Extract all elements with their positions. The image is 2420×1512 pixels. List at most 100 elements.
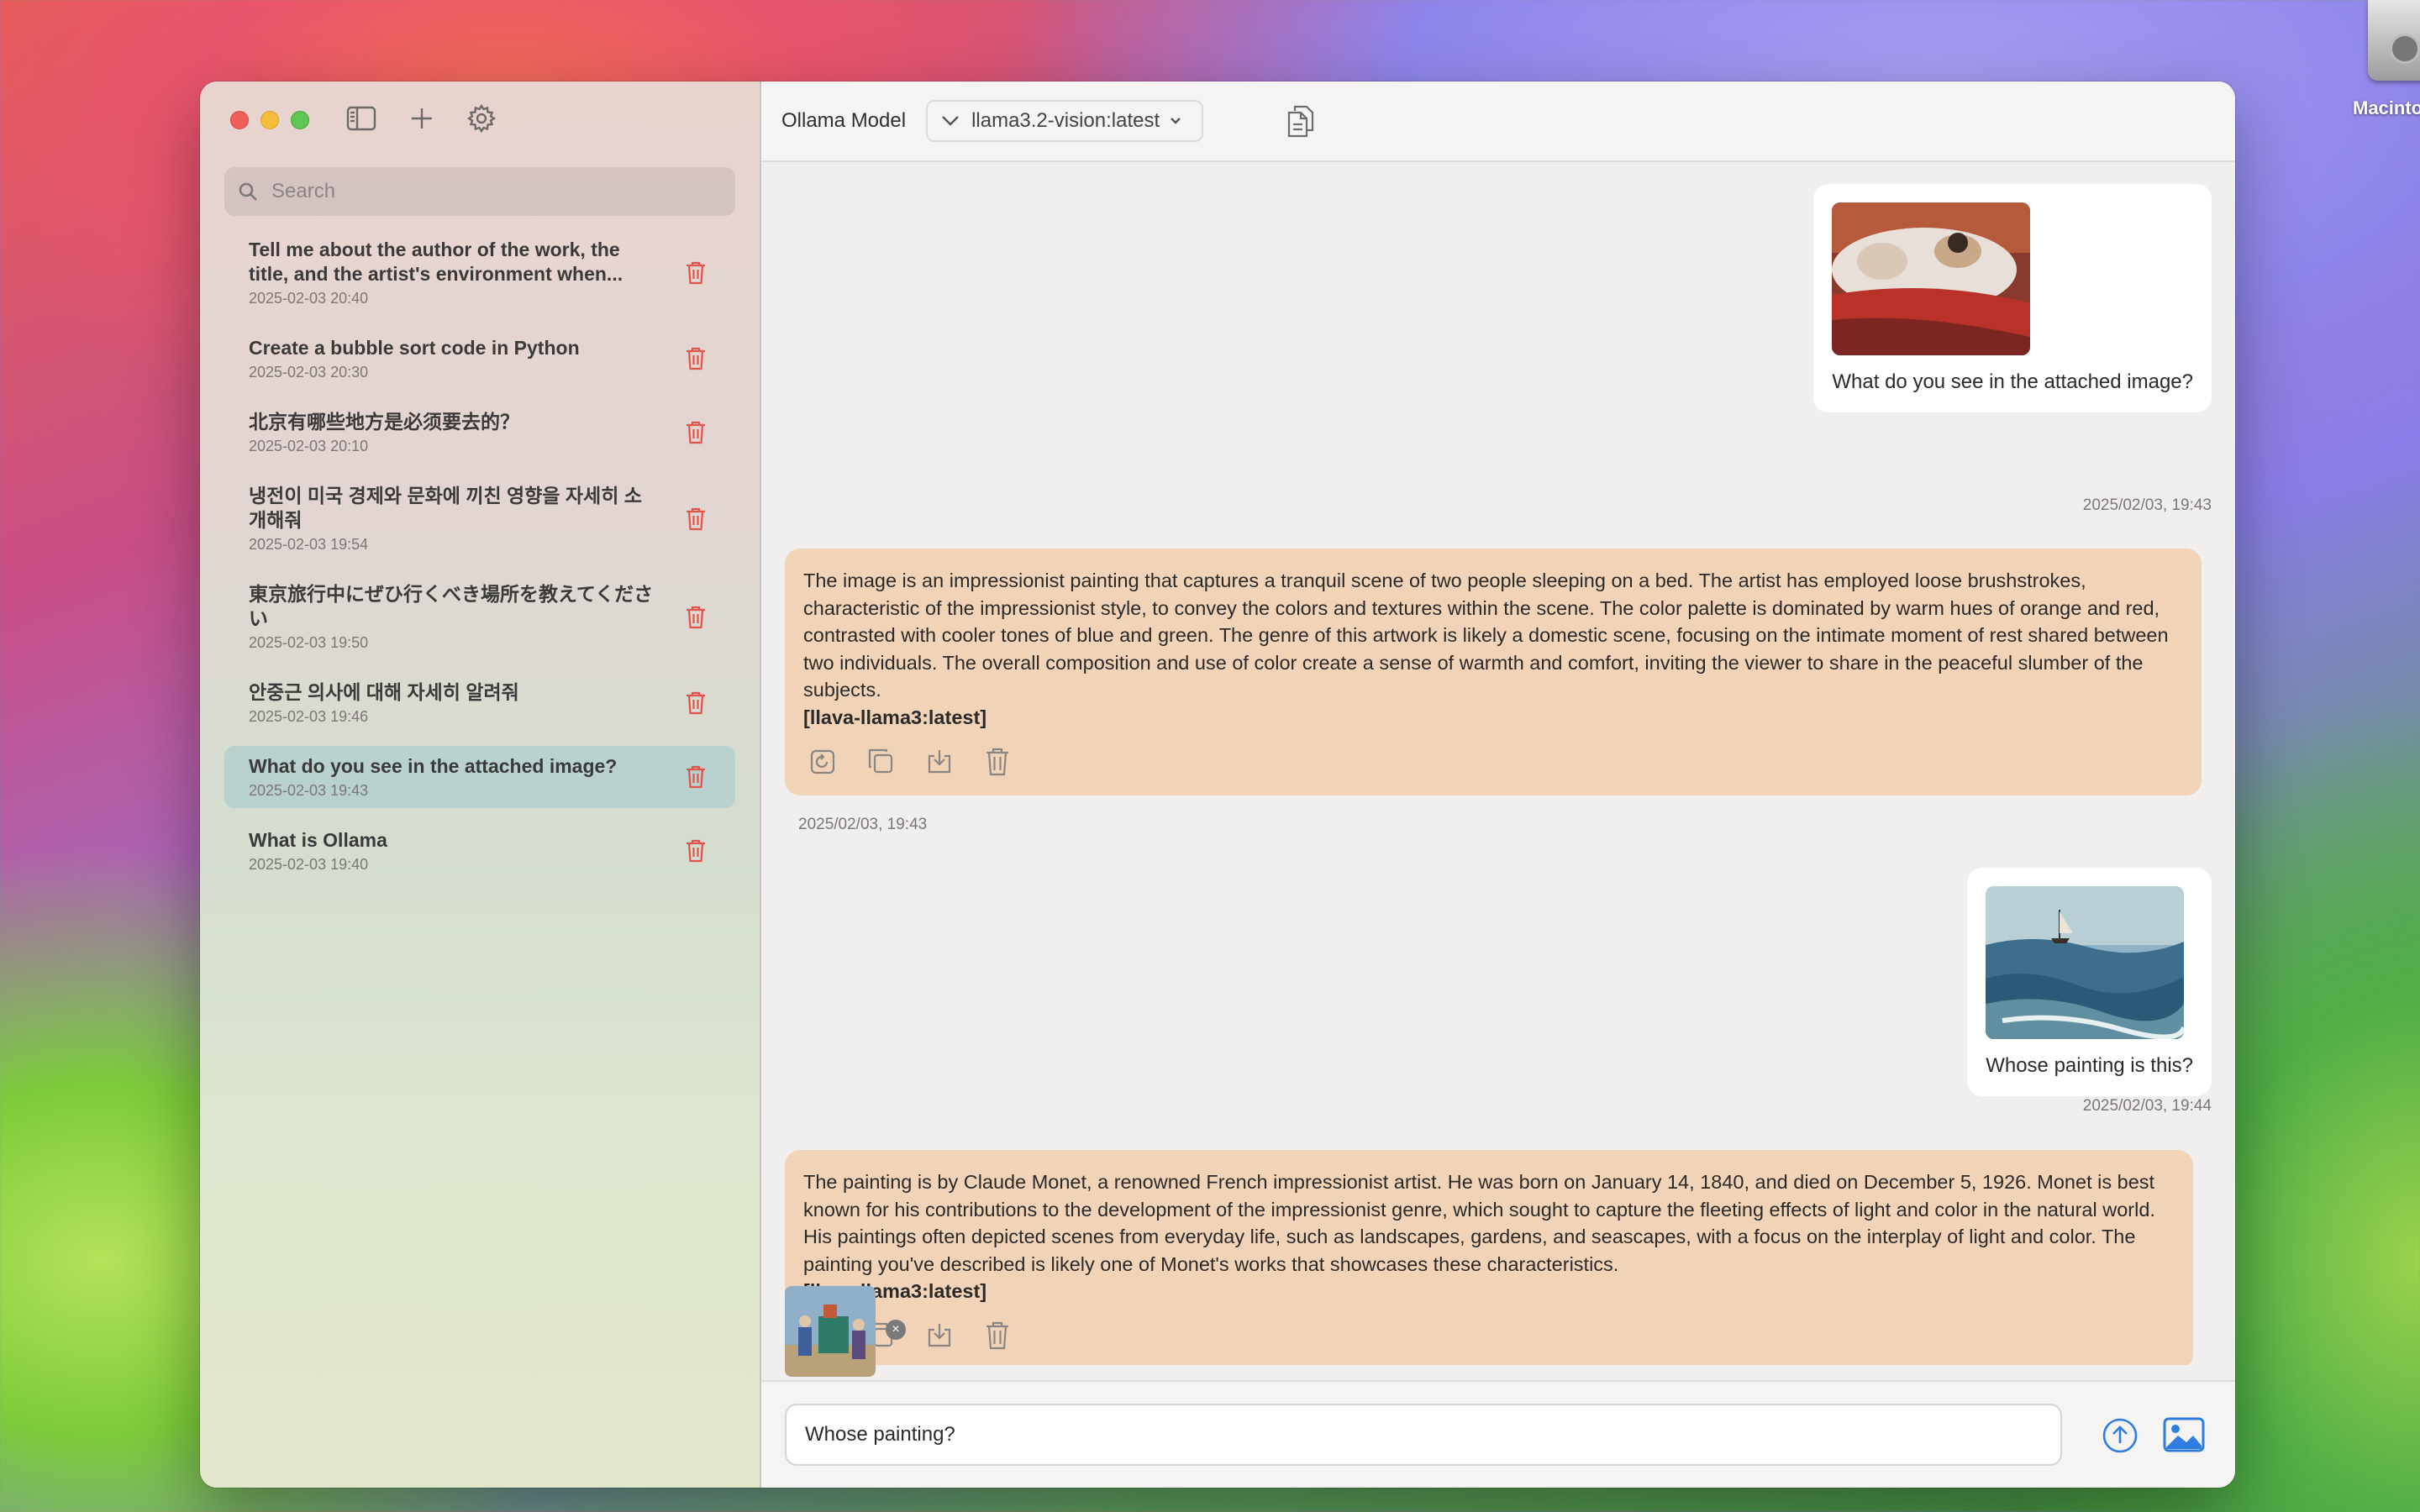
assistant-message: The painting is by Claude Monet, a renow…: [785, 1150, 2193, 1365]
user-message: What do you see in the attached image?: [1813, 184, 2212, 412]
settings-button[interactable]: [465, 102, 498, 135]
message-actions: [810, 1321, 2175, 1354]
delete-conversation-button[interactable]: [685, 507, 707, 532]
delete-conversation-button[interactable]: [685, 764, 707, 790]
conversation-item[interactable]: 東京旅行中にぜひ行くべき場所を教えてください 2025-02-03 19:50: [224, 574, 735, 660]
conversation-title: 東京旅行中にぜひ行くべき場所を教えてください: [249, 583, 654, 629]
hard-drive-icon: [2368, 0, 2420, 81]
send-button[interactable]: [2102, 1417, 2139, 1454]
model-label: Ollama Model: [781, 109, 907, 132]
assistant-message: The image is an impressionist painting t…: [785, 549, 2202, 795]
attachment-image: [785, 1286, 876, 1377]
search-input[interactable]: [271, 180, 708, 203]
assistant-model-tag: [llava-llama3:latest]: [803, 1280, 987, 1302]
conversation-item-active[interactable]: What do you see in the attached image? 2…: [224, 746, 735, 808]
painting-thumbnail: [1986, 886, 2185, 1039]
delete-conversation-button[interactable]: [685, 838, 707, 864]
arrow-up-circle-icon: [2102, 1418, 2138, 1453]
conversation-item[interactable]: 냉전이 미국 경제와 문화에 끼친 영향을 자세히 소개해줘 2025-02-0…: [224, 475, 735, 562]
save-message-button[interactable]: [926, 748, 953, 780]
conversation-date: 2025-02-03 19:54: [249, 536, 369, 553]
minimize-window-button[interactable]: [260, 111, 279, 129]
photo-icon: [2163, 1417, 2205, 1452]
trash-icon: [687, 261, 705, 284]
attached-image-seascape-painting[interactable]: [1986, 886, 2185, 1039]
painting-thumbnail: [1832, 202, 2031, 355]
sidebar-toggle-icon: [346, 106, 376, 131]
conversation-item[interactable]: Tell me about the author of the work, th…: [224, 229, 735, 316]
trash-icon: [687, 507, 705, 530]
plus-icon: [412, 108, 432, 129]
message-timestamp: 2025/02/03, 19:43: [798, 816, 928, 833]
regenerate-button[interactable]: [810, 748, 835, 780]
trash-icon: [687, 606, 705, 628]
remove-attachment-button[interactable]: ×: [886, 1320, 906, 1340]
pending-attachment-thumbnail[interactable]: [785, 1286, 876, 1377]
conversation-date: 2025-02-03 19:46: [249, 708, 369, 725]
message-actions: [810, 748, 2183, 780]
conversation-title: Create a bubble sort code in Python: [249, 337, 580, 359]
conversation-date: 2025-02-03 19:40: [249, 856, 369, 873]
conversation-title: 北京有哪些地方是必须要去的？: [249, 411, 519, 433]
delete-message-button[interactable]: [985, 1321, 1010, 1354]
close-window-button[interactable]: [230, 111, 249, 129]
sidebar: Tell me about the author of the work, th…: [200, 81, 761, 1488]
save-message-button[interactable]: [926, 1321, 953, 1354]
delete-conversation-button[interactable]: [685, 690, 707, 716]
regenerate-icon: [810, 749, 835, 774]
download-icon: [928, 749, 951, 773]
close-icon: ×: [892, 1322, 900, 1336]
delete-message-button[interactable]: [985, 748, 1010, 780]
zoom-window-button[interactable]: [291, 111, 309, 129]
delete-conversation-button[interactable]: [685, 346, 707, 371]
window-controls: [230, 111, 309, 129]
conversation-date: 2025-02-03 20:40: [249, 290, 369, 307]
conversation-date: 2025-02-03 19:43: [249, 782, 369, 799]
trash-icon: [986, 748, 1008, 775]
search-icon: [239, 182, 257, 201]
message-timestamp: 2025/02/03, 19:43: [2082, 496, 2212, 514]
toggle-sidebar-button[interactable]: [345, 102, 378, 135]
trash-icon: [986, 1321, 1008, 1350]
delete-conversation-button[interactable]: [685, 420, 707, 445]
assistant-message-text: The painting is by Claude Monet, a renow…: [803, 1171, 2155, 1275]
documents-icon: [1287, 105, 1314, 138]
copy-message-button[interactable]: [867, 748, 894, 780]
composer-bar: [761, 1380, 2235, 1488]
conversation-item[interactable]: What is Ollama 2025-02-03 19:40: [224, 820, 735, 882]
copy-conversation-button[interactable]: [1284, 102, 1318, 139]
conversation-date: 2025-02-03 20:30: [249, 364, 369, 381]
delete-conversation-button[interactable]: [685, 260, 707, 286]
trash-icon: [687, 839, 705, 863]
attach-image-button[interactable]: [2163, 1417, 2205, 1454]
conversation-title: 안중근 의사에 대해 자세히 알려줘: [249, 681, 519, 703]
chevron-down-icon: [942, 116, 959, 126]
conversation-item[interactable]: Create a bubble sort code in Python 2025…: [224, 328, 735, 390]
desktop-drive-label: Macinto: [2353, 97, 2420, 118]
conversation-title: Tell me about the author of the work, th…: [249, 239, 623, 285]
conversation-item[interactable]: 北京有哪些地方是必须要去的？ 2025-02-03 20:10: [224, 402, 735, 464]
conversation-title: 냉전이 미국 경제와 문화에 끼친 영향을 자세히 소개해줘: [249, 485, 642, 531]
message-list: What do you see in the attached image? 2…: [761, 164, 2235, 1365]
toolbar: Ollama Model llama3.2-vision:latest: [761, 81, 2235, 162]
delete-conversation-button[interactable]: [685, 605, 707, 630]
desktop-drive-icon[interactable]: Macinto: [2353, 0, 2420, 119]
dropdown-arrow-icon: [1171, 118, 1181, 124]
message-input[interactable]: [785, 1404, 2062, 1466]
download-icon: [928, 1324, 951, 1347]
trash-icon: [687, 421, 705, 444]
assistant-message-text: The image is an impressionist painting t…: [803, 570, 2169, 701]
user-message-text: Whose painting is this?: [1986, 1054, 2193, 1077]
search-field[interactable]: [224, 167, 735, 216]
chat-panel: Ollama Model llama3.2-vision:latest What…: [761, 81, 2235, 1488]
conversation-item[interactable]: 안중근 의사에 대해 자세히 알려줘 2025-02-03 19:46: [224, 672, 735, 734]
conversation-list: Tell me about the author of the work, th…: [224, 229, 735, 894]
new-chat-button[interactable]: [405, 102, 439, 135]
user-message: Whose painting is this?: [1967, 868, 2212, 1096]
model-selector[interactable]: llama3.2-vision:latest: [926, 100, 1204, 142]
app-window: Tell me about the author of the work, th…: [200, 81, 2235, 1488]
attached-image-bed-painting[interactable]: [1832, 202, 2031, 355]
assistant-model-tag: [llava-llama3:latest]: [803, 706, 987, 728]
conversation-date: 2025-02-03 19:50: [249, 634, 369, 651]
conversation-title: What is Ollama: [249, 829, 387, 851]
